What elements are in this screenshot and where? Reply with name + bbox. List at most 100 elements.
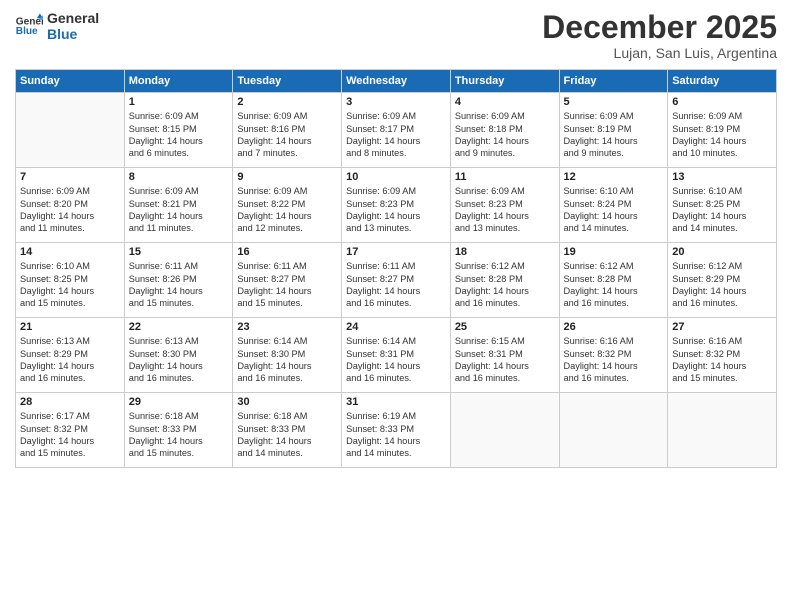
calendar-day-cell: 10Sunrise: 6:09 AMSunset: 8:23 PMDayligh… <box>342 168 451 243</box>
calendar-empty-cell <box>450 393 559 468</box>
day-number: 17 <box>346 246 446 258</box>
day-info: Sunrise: 6:19 AMSunset: 8:33 PMDaylight:… <box>346 410 446 460</box>
day-number: 18 <box>455 246 555 258</box>
day-info: Sunrise: 6:16 AMSunset: 8:32 PMDaylight:… <box>672 335 772 385</box>
day-number: 23 <box>237 321 337 333</box>
day-number: 16 <box>237 246 337 258</box>
day-number: 11 <box>455 171 555 183</box>
calendar-day-cell: 17 Sunrise: 6:11 AMSunset: 8:27 PMDayligh… <box>342 243 451 318</box>
calendar-day-cell: 12 Sunrise: 6:10 AMSunset: 8:24 PMDayligh… <box>559 168 668 243</box>
calendar-day-cell: 24 Sunrise: 6:14 AMSunset: 8:31 PMDayligh… <box>342 318 451 393</box>
day-info: Sunrise: 6:13 AMSunset: 8:29 PMDaylight:… <box>20 335 120 385</box>
calendar-week-row: 14Sunrise: 6:10 AMSunset: 8:25 PMDayligh… <box>16 243 777 318</box>
calendar-empty-cell <box>668 393 777 468</box>
calendar-day-cell: 21Sunrise: 6:13 AMSunset: 8:29 PMDayligh… <box>16 318 125 393</box>
day-info: Sunrise: 6:09 AMSunset: 8:15 PMDaylight:… <box>129 110 229 160</box>
calendar-day-cell: 22 Sunrise: 6:13 AMSunset: 8:30 PMDayligh… <box>124 318 233 393</box>
day-number: 9 <box>237 171 337 183</box>
calendar-day-cell: 18 Sunrise: 6:12 AMSunset: 8:28 PMDayligh… <box>450 243 559 318</box>
calendar-day-cell: 13Sunrise: 6:10 AMSunset: 8:25 PMDayligh… <box>668 168 777 243</box>
header: General Blue General Blue December 2025 … <box>15 10 777 61</box>
day-info: Sunrise: 6:14 AMSunset: 8:31 PMDaylight:… <box>346 335 446 385</box>
day-info: Sunrise: 6:10 AMSunset: 8:25 PMDaylight:… <box>20 260 120 310</box>
day-info: Sunrise: 6:15 AMSunset: 8:31 PMDaylight:… <box>455 335 555 385</box>
title-block: December 2025 Lujan, San Luis, Argentina <box>542 10 777 61</box>
day-info: Sunrise: 6:09 AMSunset: 8:21 PMDaylight:… <box>129 185 229 235</box>
day-number: 22 <box>129 321 229 333</box>
day-info: Sunrise: 6:11 AMSunset: 8:27 PMDaylight:… <box>346 260 446 310</box>
day-number: 25 <box>455 321 555 333</box>
day-number: 31 <box>346 396 446 408</box>
day-info: Sunrise: 6:09 AMSunset: 8:22 PMDaylight:… <box>237 185 337 235</box>
day-info: Sunrise: 6:13 AMSunset: 8:30 PMDaylight:… <box>129 335 229 385</box>
day-info: Sunrise: 6:09 AMSunset: 8:16 PMDaylight:… <box>237 110 337 160</box>
calendar-day-cell: 27Sunrise: 6:16 AMSunset: 8:32 PMDayligh… <box>668 318 777 393</box>
calendar-day-cell: 7 Sunrise: 6:09 AMSunset: 8:20 PMDaylight… <box>16 168 125 243</box>
day-number: 19 <box>564 246 664 258</box>
day-info: Sunrise: 6:09 AMSunset: 8:20 PMDaylight:… <box>20 185 120 235</box>
day-info: Sunrise: 6:17 AMSunset: 8:32 PMDaylight:… <box>20 410 120 460</box>
day-number: 28 <box>20 396 120 408</box>
day-info: Sunrise: 6:12 AMSunset: 8:29 PMDaylight:… <box>672 260 772 310</box>
logo: General Blue General Blue <box>15 10 99 42</box>
calendar-day-cell: 9 Sunrise: 6:09 AMSunset: 8:22 PMDaylight… <box>233 168 342 243</box>
calendar-day-cell: 3Sunrise: 6:09 AMSunset: 8:17 PMDaylight… <box>342 93 451 168</box>
day-number: 15 <box>129 246 229 258</box>
page: General Blue General Blue December 2025 … <box>0 0 792 612</box>
calendar-day-cell: 8Sunrise: 6:09 AMSunset: 8:21 PMDaylight… <box>124 168 233 243</box>
calendar-day-cell: 25 Sunrise: 6:15 AMSunset: 8:31 PMDayligh… <box>450 318 559 393</box>
calendar-table: SundayMondayTuesdayWednesdayThursdayFrid… <box>15 69 777 468</box>
main-title: December 2025 <box>542 10 777 45</box>
day-number: 1 <box>129 96 229 108</box>
calendar-header-wednesday: Wednesday <box>342 70 451 93</box>
day-number: 29 <box>129 396 229 408</box>
day-info: Sunrise: 6:11 AMSunset: 8:26 PMDaylight:… <box>129 260 229 310</box>
calendar-header-tuesday: Tuesday <box>233 70 342 93</box>
day-info: Sunrise: 6:10 AMSunset: 8:25 PMDaylight:… <box>672 185 772 235</box>
calendar-day-cell: 28 Sunrise: 6:17 AMSunset: 8:32 PMDayligh… <box>16 393 125 468</box>
calendar-day-cell: 14Sunrise: 6:10 AMSunset: 8:25 PMDayligh… <box>16 243 125 318</box>
calendar-week-row: 7 Sunrise: 6:09 AMSunset: 8:20 PMDaylight… <box>16 168 777 243</box>
day-number: 20 <box>672 246 772 258</box>
calendar-day-cell: 31 Sunrise: 6:19 AMSunset: 8:33 PMDayligh… <box>342 393 451 468</box>
day-number: 7 <box>20 171 120 183</box>
day-info: Sunrise: 6:12 AMSunset: 8:28 PMDaylight:… <box>455 260 555 310</box>
calendar-header-monday: Monday <box>124 70 233 93</box>
day-info: Sunrise: 6:10 AMSunset: 8:24 PMDaylight:… <box>564 185 664 235</box>
day-number: 10 <box>346 171 446 183</box>
day-number: 26 <box>564 321 664 333</box>
day-number: 24 <box>346 321 446 333</box>
calendar-day-cell: 1 Sunrise: 6:09 AMSunset: 8:15 PMDaylight… <box>124 93 233 168</box>
day-info: Sunrise: 6:16 AMSunset: 8:32 PMDaylight:… <box>564 335 664 385</box>
day-number: 5 <box>564 96 664 108</box>
day-info: Sunrise: 6:18 AMSunset: 8:33 PMDaylight:… <box>129 410 229 460</box>
day-info: Sunrise: 6:09 AMSunset: 8:18 PMDaylight:… <box>455 110 555 160</box>
day-number: 4 <box>455 96 555 108</box>
calendar-day-cell: 6Sunrise: 6:09 AMSunset: 8:19 PMDaylight… <box>668 93 777 168</box>
calendar-day-cell: 30Sunrise: 6:18 AMSunset: 8:33 PMDayligh… <box>233 393 342 468</box>
calendar-day-cell: 19 Sunrise: 6:12 AMSunset: 8:28 PMDayligh… <box>559 243 668 318</box>
calendar-week-row: 28 Sunrise: 6:17 AMSunset: 8:32 PMDayligh… <box>16 393 777 468</box>
calendar-empty-cell <box>559 393 668 468</box>
calendar-day-cell: 2 Sunrise: 6:09 AMSunset: 8:16 PMDaylight… <box>233 93 342 168</box>
calendar-day-cell: 11 Sunrise: 6:09 AMSunset: 8:23 PMDayligh… <box>450 168 559 243</box>
day-info: Sunrise: 6:09 AMSunset: 8:19 PMDaylight:… <box>672 110 772 160</box>
calendar-header-thursday: Thursday <box>450 70 559 93</box>
calendar-day-cell: 16Sunrise: 6:11 AMSunset: 8:27 PMDayligh… <box>233 243 342 318</box>
logo-line2: Blue <box>47 26 99 42</box>
day-number: 2 <box>237 96 337 108</box>
calendar-day-cell: 4 Sunrise: 6:09 AMSunset: 8:18 PMDaylight… <box>450 93 559 168</box>
calendar-empty-cell <box>16 93 125 168</box>
day-info: Sunrise: 6:09 AMSunset: 8:23 PMDaylight:… <box>455 185 555 235</box>
day-info: Sunrise: 6:12 AMSunset: 8:28 PMDaylight:… <box>564 260 664 310</box>
day-info: Sunrise: 6:14 AMSunset: 8:30 PMDaylight:… <box>237 335 337 385</box>
calendar-day-cell: 23 Sunrise: 6:14 AMSunset: 8:30 PMDayligh… <box>233 318 342 393</box>
calendar-header-friday: Friday <box>559 70 668 93</box>
day-info: Sunrise: 6:09 AMSunset: 8:17 PMDaylight:… <box>346 110 446 160</box>
calendar-week-row: 21Sunrise: 6:13 AMSunset: 8:29 PMDayligh… <box>16 318 777 393</box>
day-info: Sunrise: 6:09 AMSunset: 8:19 PMDaylight:… <box>564 110 664 160</box>
calendar-header-row: SundayMondayTuesdayWednesdayThursdayFrid… <box>16 70 777 93</box>
day-number: 12 <box>564 171 664 183</box>
calendar-day-cell: 15 Sunrise: 6:11 AMSunset: 8:26 PMDayligh… <box>124 243 233 318</box>
logo-line1: General <box>47 10 99 26</box>
